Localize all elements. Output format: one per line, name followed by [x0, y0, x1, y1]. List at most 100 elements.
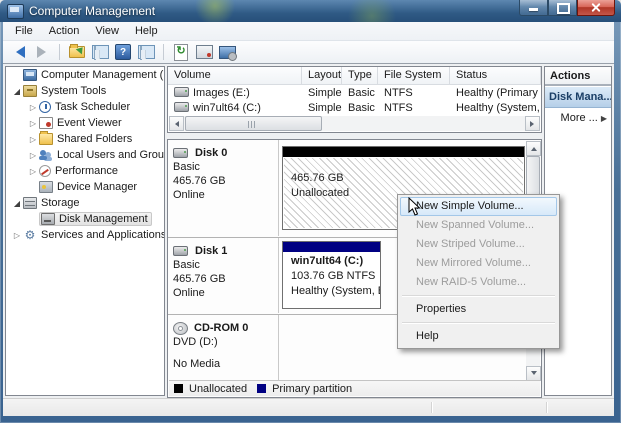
- menu-file[interactable]: File: [7, 23, 41, 39]
- performance-icon: [39, 165, 51, 177]
- menu-help[interactable]: Help: [127, 23, 166, 39]
- tree-item-system-tools[interactable]: System Tools: [6, 83, 164, 99]
- close-icon: [591, 2, 601, 13]
- expand-chevron-icon: ▶: [600, 113, 607, 123]
- refresh-icon: ↻: [174, 43, 188, 61]
- computer-management-window: Computer Management File Action View Hel…: [0, 0, 621, 423]
- forward-button[interactable]: [32, 43, 52, 61]
- event-viewer-icon: [39, 117, 53, 129]
- volume-row-win7ult64-c[interactable]: win7ult64 (C:) Simple Basic NTFS Healthy…: [168, 100, 541, 115]
- tree-item-task-scheduler[interactable]: Task Scheduler: [6, 99, 164, 115]
- rescan-disks-icon: [218, 45, 237, 61]
- maximize-button[interactable]: [548, 0, 577, 16]
- minimize-button[interactable]: [519, 0, 548, 16]
- unallocated-strip: [283, 147, 524, 157]
- minimize-icon: [529, 8, 538, 11]
- scrollbar-thumb[interactable]: [185, 116, 322, 131]
- expander-icon[interactable]: [27, 151, 39, 160]
- status-bar: [3, 398, 614, 416]
- toolbar: ? ↻: [3, 41, 614, 64]
- disk-management-icon: [41, 213, 55, 225]
- computer-icon: [23, 69, 37, 81]
- column-header-type[interactable]: Type: [342, 67, 378, 84]
- column-header-status[interactable]: Status: [450, 67, 541, 84]
- expander-icon[interactable]: [11, 199, 23, 208]
- menu-item-properties[interactable]: Properties: [400, 300, 557, 319]
- tree-item-services-and-applications[interactable]: Services and Applications: [6, 227, 164, 243]
- actions-group-disk-management[interactable]: Disk Mana... ▲: [545, 86, 611, 108]
- expander-icon[interactable]: [27, 103, 39, 112]
- tree-item-computer-management[interactable]: Computer Management (Local: [6, 67, 164, 83]
- disk0-label[interactable]: Disk 0 Basic 465.76 GB Online: [168, 140, 279, 236]
- scroll-down-button[interactable]: [526, 366, 541, 381]
- disk-icon: [173, 246, 188, 256]
- menu-item-new-spanned-volume: New Spanned Volume...: [416, 219, 535, 231]
- expander-icon[interactable]: [11, 87, 23, 96]
- tree-item-device-manager[interactable]: Device Manager: [6, 179, 164, 195]
- properties-icon: [195, 45, 213, 59]
- column-header-volume[interactable]: Volume: [168, 67, 302, 84]
- scroll-left-button[interactable]: [169, 116, 184, 131]
- menu-action[interactable]: Action: [41, 23, 88, 39]
- context-menu: New Simple Volume... New Spanned Volume.…: [397, 194, 560, 349]
- rescan-disks-button[interactable]: [217, 43, 237, 61]
- menu-bar: File Action View Help: [3, 22, 614, 41]
- console-tree-toggle-button[interactable]: [90, 43, 110, 61]
- properties-button[interactable]: [194, 43, 214, 61]
- toolbar-separator: [59, 44, 60, 60]
- volume-row-images-e[interactable]: Images (E:) Simple Basic NTFS Healthy (P…: [168, 85, 541, 100]
- menu-separator: [402, 295, 555, 297]
- expander-icon[interactable]: [11, 231, 23, 240]
- back-button[interactable]: [9, 43, 29, 61]
- refresh-button[interactable]: ↻: [171, 43, 191, 61]
- actions-more[interactable]: More ... ▶: [545, 108, 611, 128]
- help-button[interactable]: ?: [113, 43, 133, 61]
- unallocated-swatch: [174, 384, 183, 393]
- console-tree-panel: Computer Management (Local System Tools …: [5, 66, 165, 396]
- column-header-layout[interactable]: Layout: [302, 67, 342, 84]
- task-scheduler-icon: [39, 101, 51, 113]
- volume-list-header: Volume Layout Type File System Status: [168, 67, 541, 85]
- close-button[interactable]: [577, 0, 615, 16]
- column-header-file-system[interactable]: File System: [378, 67, 450, 84]
- expander-icon[interactable]: [27, 135, 39, 144]
- scroll-up-button[interactable]: [526, 141, 541, 156]
- back-icon: [10, 46, 25, 58]
- tree-item-disk-management[interactable]: Disk Management: [6, 211, 164, 227]
- cd-rom-icon: [173, 321, 188, 335]
- disk1-primary-partition-block[interactable]: win7ult64 (C:) 103.76 GB NTFS Healthy (S…: [282, 241, 381, 309]
- toolbar-separator: [163, 44, 164, 60]
- expander-icon[interactable]: [27, 167, 39, 176]
- tree-item-event-viewer[interactable]: Event Viewer: [6, 115, 164, 131]
- disk1-label[interactable]: Disk 1 Basic 465.76 GB Online: [168, 238, 279, 313]
- horizontal-scrollbar[interactable]: [169, 116, 540, 131]
- storage-icon: [23, 197, 37, 209]
- forward-icon: [36, 46, 52, 58]
- scroll-right-button[interactable]: [525, 116, 540, 131]
- primary-partition-swatch: [257, 384, 267, 393]
- local-users-groups-icon: [39, 149, 53, 161]
- tree-item-performance[interactable]: Performance: [6, 163, 164, 179]
- maximize-icon: [557, 3, 570, 14]
- mouse-cursor: [408, 197, 421, 216]
- window-controls: [519, 0, 615, 16]
- action-pane-toggle-button[interactable]: [136, 43, 156, 61]
- tree-item-shared-folders[interactable]: Shared Folders: [6, 131, 164, 147]
- tree-item-local-users-and-groups[interactable]: Local Users and Groups: [6, 147, 164, 163]
- menu-item-new-simple-volume[interactable]: New Simple Volume...: [400, 197, 557, 216]
- app-icon: [7, 4, 24, 19]
- menu-view[interactable]: View: [87, 23, 127, 39]
- help-icon: ?: [115, 44, 131, 60]
- menu-item-help[interactable]: Help: [400, 327, 557, 346]
- export-list-button[interactable]: [67, 43, 87, 61]
- expander-icon[interactable]: [27, 119, 39, 128]
- partition-legend: Unallocated Primary partition: [169, 380, 540, 396]
- shared-folders-icon: [39, 131, 53, 145]
- menu-item-new-striped-volume: New Striped Volume...: [416, 238, 525, 250]
- system-tools-icon: [23, 85, 37, 97]
- tree-item-storage[interactable]: Storage: [6, 195, 164, 211]
- disk-icon: [173, 148, 188, 158]
- volume-icon: [174, 86, 189, 97]
- cdrom0-label[interactable]: CD-ROM 0 DVD (D:) No Media: [168, 315, 279, 382]
- services-applications-icon: [23, 229, 37, 241]
